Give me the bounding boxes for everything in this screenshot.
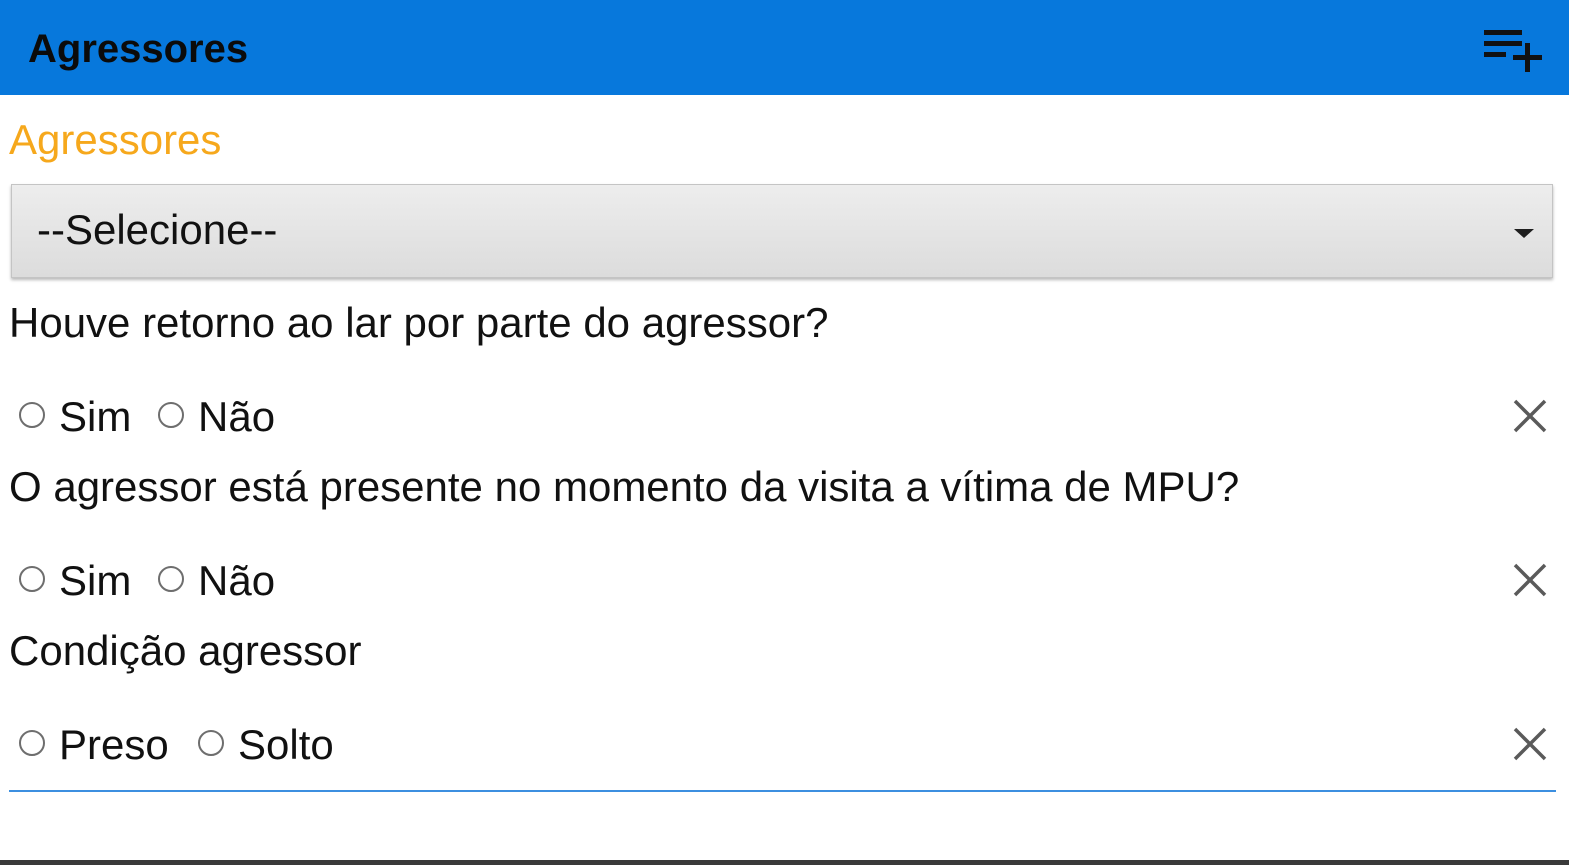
dropdown-arrow-icon bbox=[1514, 229, 1534, 238]
aggressor-condition-option-preso[interactable]: Preso bbox=[19, 720, 184, 770]
app-bar: Agressores bbox=[0, 0, 1569, 95]
bottom-divider bbox=[0, 860, 1569, 865]
close-icon bbox=[1513, 399, 1547, 433]
clear-aggressor-present-button[interactable] bbox=[1512, 562, 1548, 598]
clear-aggressor-condition-button[interactable] bbox=[1512, 726, 1548, 762]
radio-sim[interactable] bbox=[19, 402, 45, 428]
aggressor-select-value: --Selecione-- bbox=[37, 206, 278, 253]
radio-preso[interactable] bbox=[19, 730, 45, 756]
close-icon bbox=[1513, 727, 1547, 761]
return-home-option-nao[interactable]: Não bbox=[158, 392, 288, 442]
option-label: Não bbox=[198, 393, 276, 440]
aggressor-present-option-nao[interactable]: Não bbox=[158, 556, 288, 606]
radio-nao[interactable] bbox=[158, 402, 184, 428]
aggressor-condition-option-solto[interactable]: Solto bbox=[198, 720, 348, 770]
radio-solto[interactable] bbox=[198, 730, 224, 756]
aggressor-select[interactable]: --Selecione-- bbox=[11, 184, 1553, 278]
playlist-add-icon bbox=[1484, 30, 1542, 72]
question-aggressor-condition-label: Condição agressor bbox=[9, 627, 362, 674]
close-icon bbox=[1513, 563, 1547, 597]
return-home-option-sim[interactable]: Sim bbox=[19, 392, 144, 442]
add-aggressor-button[interactable] bbox=[1478, 22, 1548, 74]
aggressor-present-option-sim[interactable]: Sim bbox=[19, 556, 144, 606]
radio-nao[interactable] bbox=[158, 566, 184, 592]
field-underline bbox=[9, 790, 1556, 792]
option-label: Sim bbox=[59, 557, 132, 604]
clear-return-home-button[interactable] bbox=[1512, 398, 1548, 434]
option-label: Sim bbox=[59, 393, 132, 440]
app-bar-title: Agressores bbox=[28, 27, 249, 71]
radio-sim[interactable] bbox=[19, 566, 45, 592]
option-label: Não bbox=[198, 557, 276, 604]
question-aggressor-present-label: O agressor está presente no momento da v… bbox=[9, 463, 1240, 510]
question-return-home-label: Houve retorno ao lar por parte do agress… bbox=[9, 299, 829, 346]
section-title: Agressores bbox=[9, 116, 222, 163]
option-label: Preso bbox=[59, 721, 169, 768]
option-label: Solto bbox=[238, 721, 334, 768]
